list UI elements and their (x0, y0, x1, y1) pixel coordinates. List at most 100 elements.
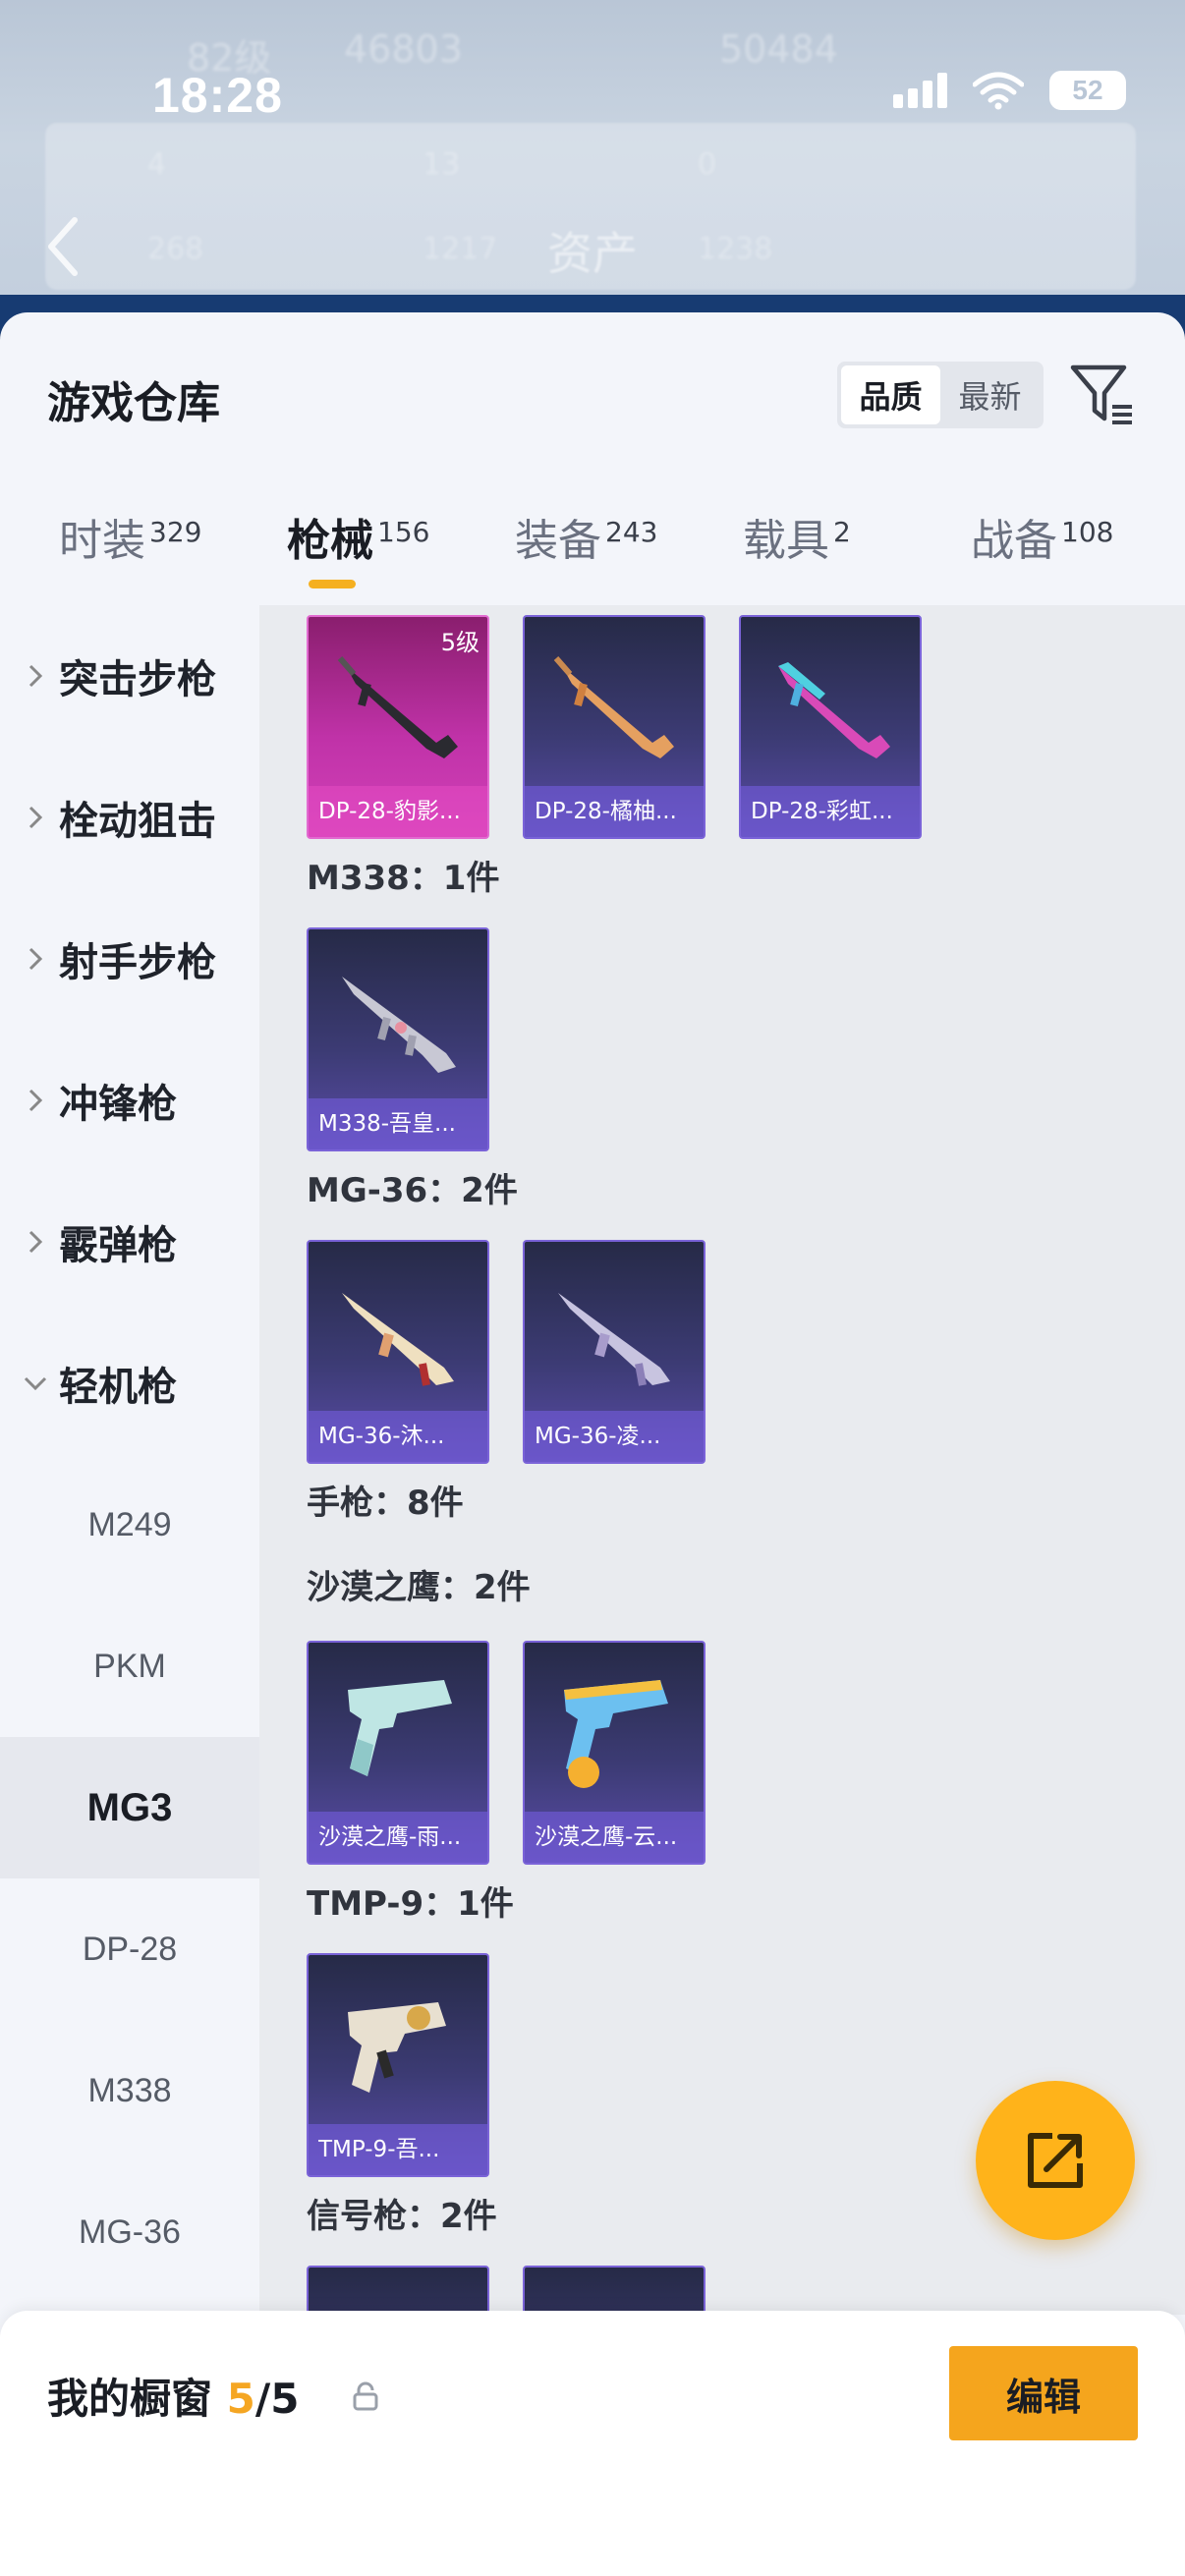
group-label-deagle: 沙漠之鹰：2件 (307, 1568, 531, 1607)
category-lmg[interactable]: 轻机枪 (0, 1313, 259, 1454)
sort-latest-button[interactable]: 最新 (940, 365, 1040, 424)
subcategory-m338[interactable]: M338 (0, 2020, 259, 2161)
category-label: 突击步枪 (59, 657, 216, 702)
gun-icon (337, 656, 458, 758)
tab-count: 156 (377, 516, 430, 548)
chevron-right-icon (28, 1089, 43, 1112)
tab-firearms[interactable]: 枪械 156 (287, 505, 429, 603)
item-name: DP-28-彩虹... (751, 799, 893, 824)
item-grid: 5级 DP-28-豹影... DP-28-橘柚... DP-28-彩虹... M… (259, 605, 1185, 2315)
chevron-down-icon (24, 1376, 47, 1391)
item-name: 沙漠之鹰-雨... (318, 1824, 462, 1850)
item-card[interactable] (523, 2266, 705, 2315)
category-label: 栓动狙击 (59, 799, 216, 844)
item-card[interactable]: M338-吾皇... (307, 927, 489, 1151)
sort-toggle: 品质 最新 (837, 362, 1044, 428)
tab-count: 2 (833, 516, 851, 548)
group-label-mg36: MG-36：2件 (307, 1171, 518, 1210)
category-tabs: 时装 329 枪械 156 装备 243 载具 2 战备 108 (0, 505, 1185, 603)
chevron-right-icon (28, 1230, 43, 1254)
item-name: MG-36-凌... (535, 1424, 661, 1449)
gun-icon (558, 1293, 670, 1386)
status-icons: 52 (893, 71, 1126, 110)
category-shotgun[interactable]: 霰弹枪 (0, 1171, 259, 1313)
sheet-title: 游戏仓库 (47, 378, 220, 428)
item-level: 5级 (440, 629, 480, 656)
chevron-right-icon (28, 947, 43, 971)
tab-label: 载具 (743, 516, 829, 566)
item-card[interactable] (307, 2266, 489, 2315)
lock-icon (353, 2381, 378, 2411)
smg-icon (348, 2002, 446, 2093)
item-name: DP-28-豹影... (318, 799, 461, 824)
showcase-bar: 我的橱窗 5/5 编辑 (0, 2311, 1185, 2576)
group-label-m338: M338：1件 (307, 859, 500, 898)
group-label-pistol: 手枪：8件 (307, 1484, 464, 1523)
item-name: MG-36-沐... (318, 1424, 445, 1449)
bg-stat: 13 (423, 147, 461, 182)
tab-active-indicator (309, 580, 356, 588)
signal-icon (893, 73, 947, 108)
bg-stat: 4 (147, 147, 167, 182)
showcase-total: /5 (254, 2375, 300, 2423)
item-card[interactable]: DP-28-橘柚... (523, 615, 705, 839)
tab-vehicles[interactable]: 载具 2 (743, 505, 851, 603)
item-card[interactable]: MG-36-凌... (523, 1240, 705, 1464)
tab-label: 战备 (971, 516, 1057, 566)
subcategory-mg3[interactable]: MG3 (0, 1737, 259, 1878)
tab-label: 枪械 (287, 516, 373, 566)
chevron-right-icon (28, 664, 43, 688)
category-marksman-rifle[interactable]: 射手步枪 (0, 888, 259, 1030)
battery-icon: 52 (1049, 71, 1126, 110)
category-assault-rifle[interactable]: 突击步枪 (0, 605, 259, 747)
item-name: TMP-9-吾... (318, 2137, 440, 2162)
share-icon (1028, 2133, 1083, 2188)
tab-fashion[interactable]: 时装 329 (59, 505, 201, 603)
subcategory-mg36[interactable]: MG-36 (0, 2161, 259, 2303)
showcase-title: 我的橱窗 5/5 (47, 2366, 299, 2426)
item-card[interactable]: TMP-9-吾... (307, 1953, 489, 2177)
page-title: 资产 (547, 227, 638, 280)
showcase-current: 5 (226, 2375, 255, 2423)
gun-icon (778, 662, 890, 758)
category-label: 射手步枪 (59, 940, 216, 985)
showcase-label: 我的橱窗 (47, 2375, 213, 2423)
category-smg[interactable]: 冲锋枪 (0, 1030, 259, 1171)
subcategory-m249[interactable]: M249 (0, 1454, 259, 1596)
category-label: 轻机枪 (59, 1365, 177, 1410)
chevron-right-icon (28, 806, 43, 829)
subcategory-dp28[interactable]: DP-28 (0, 1878, 259, 2020)
pistol-icon (564, 1680, 668, 1788)
category-bolt-sniper[interactable]: 栓动狙击 (0, 747, 259, 888)
tab-count: 243 (605, 516, 658, 548)
item-card[interactable]: MG-36-沐... (307, 1240, 489, 1464)
group-label-tmp9: TMP-9：1件 (307, 1884, 514, 1924)
share-button[interactable] (976, 2081, 1135, 2240)
back-arrow-icon[interactable] (43, 214, 83, 279)
tab-label: 时装 (59, 516, 145, 566)
tab-supplies[interactable]: 战备 108 (971, 505, 1113, 603)
category-label: 霰弹枪 (59, 1223, 177, 1268)
item-card[interactable]: 5级 DP-28-豹影... (307, 615, 489, 839)
sort-quality-button[interactable]: 品质 (841, 365, 940, 424)
tab-label: 装备 (515, 516, 601, 566)
background-header: 82级 46803 50484 4 13 0 268 1217 1238 资产 … (0, 0, 1185, 324)
item-card[interactable]: 沙漠之鹰-雨... (307, 1641, 489, 1865)
tab-equipment[interactable]: 装备 243 (515, 505, 657, 603)
weapon-category-list: 突击步枪 栓动狙击 射手步枪 冲锋枪 霰弹枪 轻机枪 M249 PKM MG3 … (0, 605, 259, 2576)
item-name: DP-28-橘柚... (535, 799, 677, 824)
item-name: 沙漠之鹰-云... (535, 1824, 678, 1850)
warehouse-sheet: 游戏仓库 品质 最新 时装 329 枪械 156 装备 243 载具 2 战备 108 (0, 312, 1185, 2576)
group-label-flare: 信号枪：2件 (307, 2197, 497, 2236)
gun-icon (342, 1293, 454, 1386)
subcategory-pkm[interactable]: PKM (0, 1596, 259, 1737)
tab-count: 329 (149, 516, 202, 548)
bg-stat: 0 (698, 147, 717, 182)
gun-icon (342, 977, 456, 1073)
edit-button[interactable]: 编辑 (949, 2346, 1138, 2440)
item-card[interactable]: 沙漠之鹰-云... (523, 1641, 705, 1865)
filter-icon[interactable] (1069, 362, 1136, 428)
tab-count: 108 (1061, 516, 1114, 548)
category-label: 冲锋枪 (59, 1082, 177, 1127)
item-card[interactable]: DP-28-彩虹... (739, 615, 922, 839)
